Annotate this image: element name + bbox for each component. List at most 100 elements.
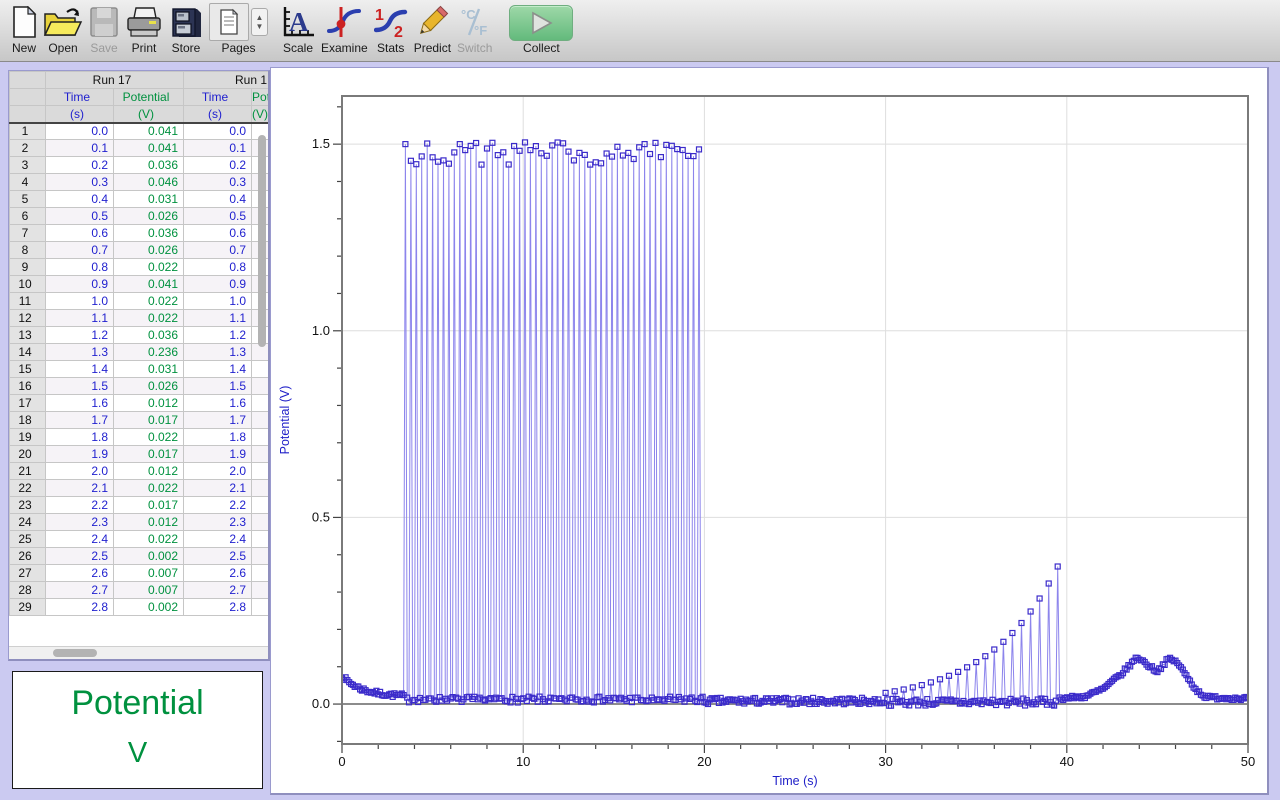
- row-number-cell[interactable]: 6: [9, 207, 46, 225]
- table-row[interactable]: 13 1.2 0.036 1.2: [9, 326, 268, 344]
- h-scroll-thumb[interactable]: [53, 649, 97, 657]
- potential-cell[interactable]: 0.007: [112, 564, 185, 582]
- table-row[interactable]: 15 1.4 0.031 1.4: [9, 360, 268, 378]
- time2-cell[interactable]: 0.2: [183, 156, 253, 174]
- row-number-cell[interactable]: 11: [9, 292, 46, 310]
- row-number-cell[interactable]: 27: [9, 564, 46, 582]
- clipped-cell[interactable]: [251, 598, 268, 616]
- row-number-cell[interactable]: 20: [9, 445, 46, 463]
- time2-cell[interactable]: 2.1: [183, 479, 253, 497]
- row-number-cell[interactable]: 29: [9, 598, 46, 616]
- potential-cell[interactable]: 0.022: [112, 309, 185, 327]
- time-cell[interactable]: 2.2: [45, 496, 114, 514]
- clipped-cell[interactable]: [251, 513, 268, 531]
- time-cell[interactable]: 1.3: [45, 343, 114, 361]
- time-cell[interactable]: 2.0: [45, 462, 114, 480]
- time-cell[interactable]: 2.1: [45, 479, 114, 497]
- table-row[interactable]: 22 2.1 0.022 2.1: [9, 479, 268, 497]
- table-row[interactable]: 18 1.7 0.017 1.7: [9, 411, 268, 429]
- potential-cell[interactable]: 0.026: [112, 241, 185, 259]
- table-row[interactable]: 3 0.2 0.036 0.2: [9, 156, 268, 174]
- time-cell[interactable]: 1.6: [45, 394, 114, 412]
- potential-cell[interactable]: 0.007: [112, 581, 185, 599]
- stats-button[interactable]: 1 2 Stats: [373, 4, 408, 55]
- potential-cell[interactable]: 0.036: [112, 224, 185, 242]
- run-17-header[interactable]: Run 17: [44, 71, 185, 89]
- time2-cell[interactable]: 0.0: [183, 122, 253, 140]
- time2-cell[interactable]: 1.4: [183, 360, 253, 378]
- time2-cell[interactable]: 0.5: [183, 207, 253, 225]
- row-number-cell[interactable]: 5: [9, 190, 46, 208]
- pages-stepper[interactable]: ▲ ▼: [251, 8, 268, 36]
- time2-cell[interactable]: 2.6: [183, 564, 253, 582]
- potential-cell[interactable]: 0.002: [112, 547, 185, 565]
- potential-cell[interactable]: 0.022: [112, 292, 185, 310]
- row-number-cell[interactable]: 12: [9, 309, 46, 327]
- table-row[interactable]: 29 2.8 0.002 2.8: [9, 598, 268, 616]
- row-number-cell[interactable]: 18: [9, 411, 46, 429]
- potential-cell[interactable]: 0.041: [112, 139, 185, 157]
- time-cell[interactable]: 2.3: [45, 513, 114, 531]
- row-number-cell[interactable]: 4: [9, 173, 46, 191]
- scale-button[interactable]: A Scale: [281, 4, 315, 55]
- data-series[interactable]: [340, 139, 1251, 709]
- time2-cell[interactable]: 0.8: [183, 258, 253, 276]
- row-number-cell[interactable]: 23: [9, 496, 46, 514]
- potential-cell[interactable]: 0.012: [112, 462, 185, 480]
- clipped-cell[interactable]: [251, 581, 268, 599]
- row-number-cell[interactable]: 22: [9, 479, 46, 497]
- time-cell[interactable]: 2.5: [45, 547, 114, 565]
- time2-cell[interactable]: 2.5: [183, 547, 253, 565]
- table-row[interactable]: 12 1.1 0.022 1.1: [9, 309, 268, 327]
- time-cell[interactable]: 1.7: [45, 411, 114, 429]
- table-row[interactable]: 17 1.6 0.012 1.6: [9, 394, 268, 412]
- clipped-cell[interactable]: [251, 479, 268, 497]
- table-row[interactable]: 7 0.6 0.036 0.6: [9, 224, 268, 242]
- predict-button[interactable]: Predict: [414, 4, 451, 55]
- row-number-cell[interactable]: 15: [9, 360, 46, 378]
- time2-cell[interactable]: 2.8: [183, 598, 253, 616]
- store-button[interactable]: Store: [169, 4, 203, 55]
- row-number-cell[interactable]: 2: [9, 139, 46, 157]
- table-row[interactable]: 21 2.0 0.012 2.0: [9, 462, 268, 480]
- potential-cell[interactable]: 0.022: [112, 258, 185, 276]
- table-row[interactable]: 11 1.0 0.022 1.0: [9, 292, 268, 310]
- table-row[interactable]: 4 0.3 0.046 0.3: [9, 173, 268, 191]
- row-number-cell[interactable]: 24: [9, 513, 46, 531]
- clipped-cell[interactable]: [251, 428, 268, 446]
- potential-cell[interactable]: 0.041: [112, 275, 185, 293]
- table-vertical-scrollbar[interactable]: [258, 135, 266, 347]
- table-row[interactable]: 27 2.6 0.007 2.6: [9, 564, 268, 582]
- time2-cell[interactable]: 2.7: [183, 581, 253, 599]
- time-cell[interactable]: 1.0: [45, 292, 114, 310]
- table-row[interactable]: 26 2.5 0.002 2.5: [9, 547, 268, 565]
- col-time2-label[interactable]: Time: [202, 90, 228, 104]
- row-number-cell[interactable]: 13: [9, 326, 46, 344]
- potential-cell[interactable]: 0.046: [112, 173, 185, 191]
- time2-cell[interactable]: 2.0: [183, 462, 253, 480]
- row-number-cell[interactable]: 17: [9, 394, 46, 412]
- run-18-header[interactable]: Run 1: [183, 71, 268, 89]
- table-row[interactable]: 2 0.1 0.041 0.1: [9, 139, 268, 157]
- data-table[interactable]: Run 17 Run 1 Time Potential Time Potenti…: [9, 71, 268, 616]
- potential-cell[interactable]: 0.017: [112, 445, 185, 463]
- time-cell[interactable]: 0.8: [45, 258, 114, 276]
- time2-cell[interactable]: 1.6: [183, 394, 253, 412]
- time-cell[interactable]: 0.2: [45, 156, 114, 174]
- potential-meter-box[interactable]: Potential V: [12, 671, 263, 789]
- table-row[interactable]: 23 2.2 0.017 2.2: [9, 496, 268, 514]
- clipped-cell[interactable]: [251, 564, 268, 582]
- data-table-panel[interactable]: Run 17 Run 1 Time Potential Time Potenti…: [8, 70, 270, 661]
- time2-cell[interactable]: 1.1: [183, 309, 253, 327]
- row-number-cell[interactable]: 25: [9, 530, 46, 548]
- table-row[interactable]: 9 0.8 0.022 0.8: [9, 258, 268, 276]
- potential-cell[interactable]: 0.026: [112, 207, 185, 225]
- table-row[interactable]: 6 0.5 0.026 0.5: [9, 207, 268, 225]
- time2-cell[interactable]: 2.4: [183, 530, 253, 548]
- time2-cell[interactable]: 1.8: [183, 428, 253, 446]
- collect-button[interactable]: Collect: [509, 4, 574, 55]
- potential-cell[interactable]: 0.026: [112, 377, 185, 395]
- clipped-cell[interactable]: [251, 377, 268, 395]
- pages-control[interactable]: ▲ ▼ Pages: [209, 3, 268, 55]
- time-cell[interactable]: 0.4: [45, 190, 114, 208]
